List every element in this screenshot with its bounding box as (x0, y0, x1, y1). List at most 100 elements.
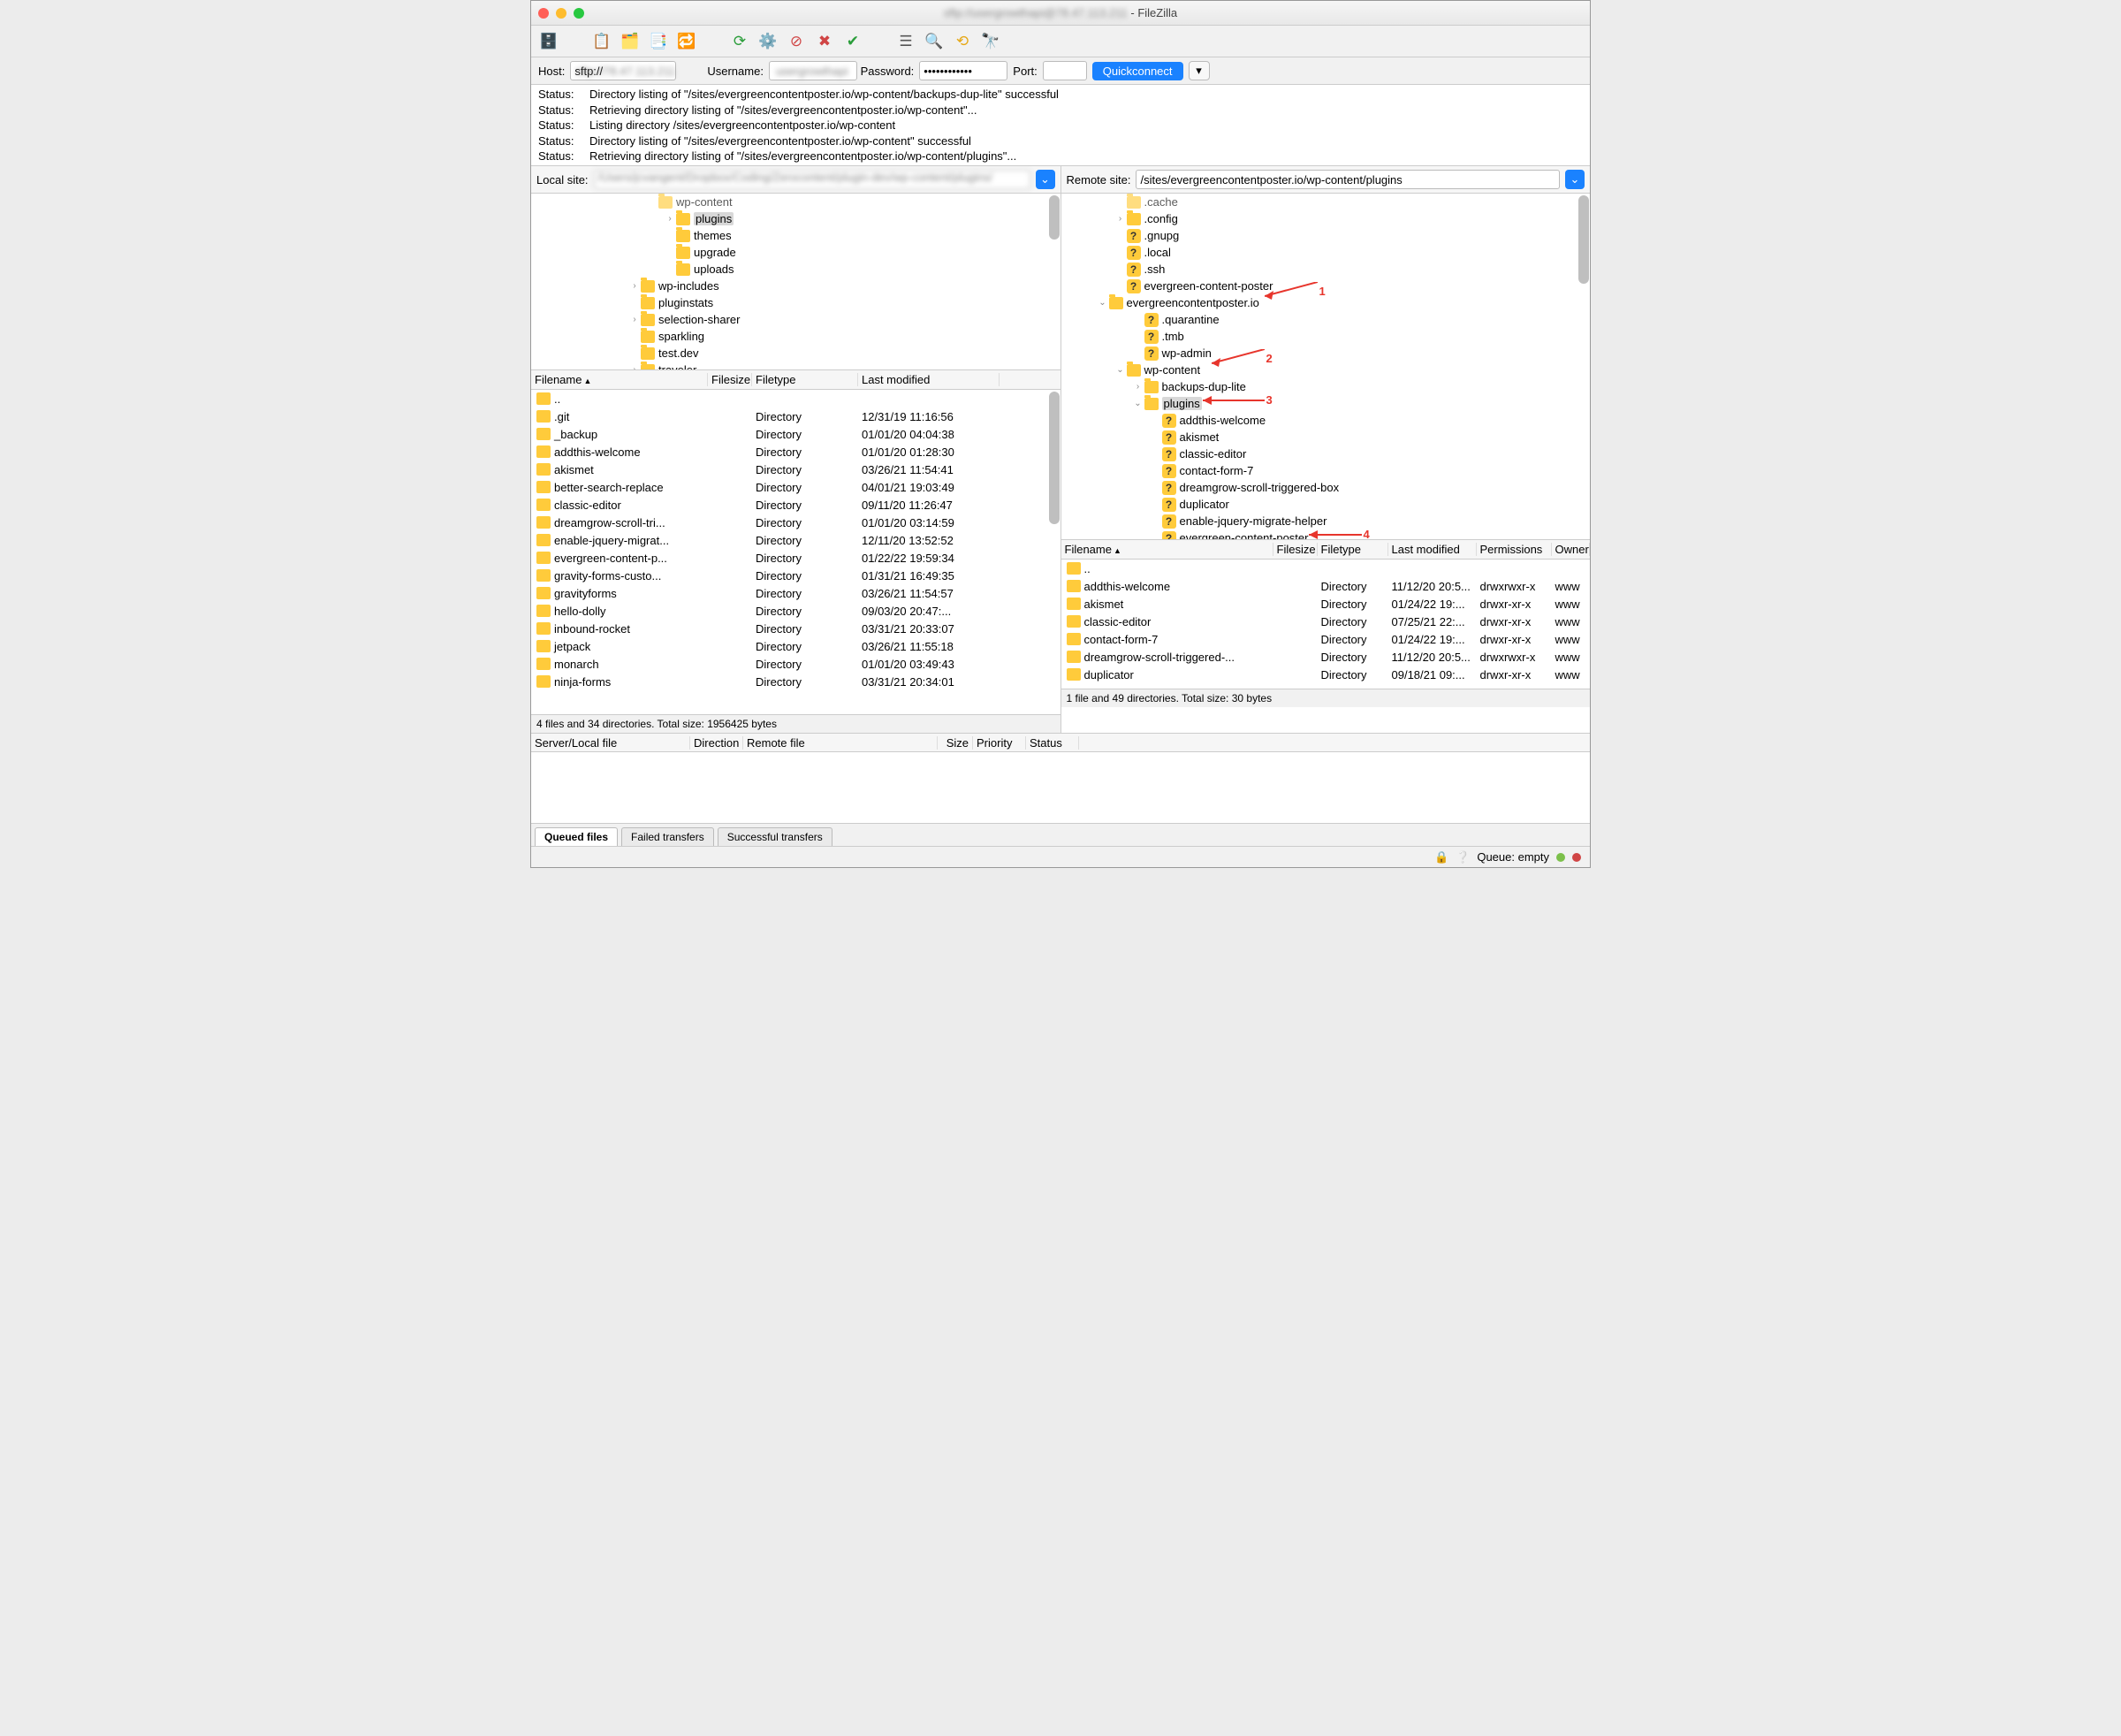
compare-icon[interactable]: ⟲ (952, 31, 973, 52)
username-label: Username: (707, 65, 764, 78)
tab-queued-files[interactable]: Queued files (535, 827, 618, 846)
file-row[interactable]: monarchDirectory01/01/20 03:49:43 (531, 655, 1060, 673)
remote-site-dropdown[interactable]: ⌄ (1565, 170, 1585, 189)
tree-item[interactable]: ?addthis-welcome (1061, 412, 1591, 429)
tree-item[interactable]: ?.local (1061, 244, 1591, 261)
username-input[interactable] (769, 61, 857, 80)
refresh-icon[interactable]: ⟳ (729, 31, 750, 52)
file-row[interactable]: gravity-forms-custo...Directory01/31/21 … (531, 567, 1060, 584)
tree-item[interactable]: ⌄wp-content (1061, 362, 1591, 378)
file-row[interactable]: addthis-welcomeDirectory11/12/20 20:5...… (1061, 577, 1591, 595)
tree-item[interactable]: ›selection-sharer (531, 311, 1060, 328)
folder-icon (641, 314, 655, 326)
tab-failed-transfers[interactable]: Failed transfers (621, 827, 714, 846)
remote-file-list[interactable]: ..addthis-welcomeDirectory11/12/20 20:5.… (1061, 560, 1591, 689)
host-input[interactable] (570, 61, 676, 80)
tree-item[interactable]: ⌄evergreencontentposter.io (1061, 294, 1591, 311)
file-row[interactable]: enable-jquery-migrat...Directory12/11/20… (531, 531, 1060, 549)
file-row[interactable]: akismetDirectory01/24/22 19:...drwxr-xr-… (1061, 595, 1591, 613)
tree-item[interactable]: ⌄plugins (1061, 395, 1591, 412)
sync-browse-icon[interactable]: 🔁 (676, 31, 697, 52)
local-list-header[interactable]: Filename▲ Filesize Filetype Last modifie… (531, 370, 1060, 390)
file-row[interactable]: .gitDirectory12/31/19 11:16:56 (531, 407, 1060, 425)
file-row[interactable]: ninja-formsDirectory03/31/21 20:34:01 (531, 673, 1060, 690)
local-tree[interactable]: wp-content›pluginsthemesupgradeuploads›w… (531, 194, 1060, 370)
tree-item[interactable]: ?contact-form-7 (1061, 462, 1591, 479)
queue-header[interactable]: Server/Local file Direction Remote file … (531, 733, 1590, 752)
folder-icon (658, 196, 673, 209)
tree-item[interactable]: ?.tmb (1061, 328, 1591, 345)
tree-item[interactable]: ?enable-jquery-migrate-helper (1061, 513, 1591, 529)
file-row[interactable]: gravityformsDirectory03/26/21 11:54:57 (531, 584, 1060, 602)
toggle-queue-icon[interactable]: 📑 (648, 31, 669, 52)
filter-icon[interactable]: ☰ (895, 31, 916, 52)
local-file-list[interactable]: ...gitDirectory12/31/19 11:16:56_backupD… (531, 390, 1060, 714)
file-row[interactable]: evergreen-content-p...Directory01/22/22 … (531, 549, 1060, 567)
binoculars-icon[interactable]: 🔭 (980, 31, 1001, 52)
tree-item[interactable]: ›backups-dup-lite (1061, 378, 1591, 395)
tree-item[interactable]: ›plugins (531, 210, 1060, 227)
tree-item[interactable]: ?wp-admin (1061, 345, 1591, 362)
tree-item[interactable]: ?evergreen-content-poster (1061, 529, 1591, 540)
tree-item[interactable]: ›traveler (531, 362, 1060, 370)
tree-item[interactable]: ?dreamgrow-scroll-triggered-box (1061, 479, 1591, 496)
message-log[interactable]: Status:Directory listing of "/sites/ever… (531, 85, 1590, 166)
file-row[interactable]: .. (1061, 560, 1591, 577)
queue-body[interactable] (531, 752, 1590, 823)
tree-item[interactable]: ?classic-editor (1061, 445, 1591, 462)
tree-item[interactable]: uploads (531, 261, 1060, 278)
process-queue-icon[interactable]: ⚙️ (757, 31, 779, 52)
quickconnect-dropdown[interactable]: ▾ (1189, 61, 1210, 80)
port-input[interactable] (1043, 61, 1087, 80)
file-row[interactable]: classic-editorDirectory09/11/20 11:26:47 (531, 496, 1060, 514)
tree-item[interactable]: test.dev (531, 345, 1060, 362)
tab-successful-transfers[interactable]: Successful transfers (718, 827, 832, 846)
tree-item[interactable]: ?evergreen-content-poster (1061, 278, 1591, 294)
file-row[interactable]: addthis-welcomeDirectory01/01/20 01:28:3… (531, 443, 1060, 461)
tree-item[interactable]: themes (531, 227, 1060, 244)
file-row[interactable]: jetpackDirectory03/26/21 11:55:18 (531, 637, 1060, 655)
quickconnect-button[interactable]: Quickconnect (1092, 62, 1183, 80)
tree-item[interactable]: upgrade (531, 244, 1060, 261)
tree-item[interactable]: wp-content (531, 194, 1060, 210)
remote-site-input[interactable] (1136, 170, 1560, 189)
file-row[interactable]: dreamgrow-scroll-tri...Directory01/01/20… (531, 514, 1060, 531)
help-icon[interactable]: ❔ (1456, 850, 1470, 864)
tree-item[interactable]: ›wp-includes (531, 278, 1060, 294)
unknown-folder-icon: ? (1127, 279, 1141, 293)
file-row[interactable]: .. (531, 390, 1060, 407)
remote-list-header[interactable]: Filename▲ Filesize Filetype Last modifie… (1061, 540, 1591, 560)
file-row[interactable]: hello-dollyDirectory09/03/20 20:47:... (531, 602, 1060, 620)
password-input[interactable] (919, 61, 1007, 80)
remote-site-label: Remote site: (1067, 173, 1131, 187)
file-row[interactable]: contact-form-7Directory01/24/22 19:...dr… (1061, 630, 1591, 648)
tree-item[interactable]: ?duplicator (1061, 496, 1591, 513)
file-row[interactable]: classic-editorDirectory07/25/21 22:...dr… (1061, 613, 1591, 630)
local-site-input[interactable]: /Users/jcvangent/Dropbox/Coding/Zerocont… (594, 170, 1030, 189)
tree-item[interactable]: .cache (1061, 194, 1591, 210)
tree-item[interactable]: ?.quarantine (1061, 311, 1591, 328)
tree-item[interactable]: pluginstats (531, 294, 1060, 311)
file-row[interactable]: akismetDirectory03/26/21 11:54:41 (531, 461, 1060, 478)
tree-item[interactable]: sparkling (531, 328, 1060, 345)
file-row[interactable]: better-search-replaceDirectory04/01/21 1… (531, 478, 1060, 496)
file-row[interactable]: dreamgrow-scroll-triggered-...Directory1… (1061, 648, 1591, 666)
tree-item[interactable]: ?akismet (1061, 429, 1591, 445)
tree-item[interactable]: ?.ssh (1061, 261, 1591, 278)
file-row[interactable]: duplicatorDirectory09/18/21 09:...drwxr-… (1061, 666, 1591, 683)
reconnect-icon[interactable]: ✔ (842, 31, 863, 52)
folder-icon (536, 552, 551, 564)
file-row[interactable]: _backupDirectory01/01/20 04:04:38 (531, 425, 1060, 443)
file-row[interactable]: inbound-rocketDirectory03/31/21 20:33:07 (531, 620, 1060, 637)
cancel-icon[interactable]: ⊘ (786, 31, 807, 52)
toggle-tree-icon[interactable]: 🗂️ (620, 31, 641, 52)
sitemanager-icon[interactable]: 🗄️ (538, 31, 559, 52)
remote-tree[interactable]: 1 2 3 4 .cache›.config?.gnupg?.local?.ss… (1061, 194, 1591, 540)
search-icon[interactable]: 🔍 (924, 31, 945, 52)
toggle-log-icon[interactable]: 📋 (591, 31, 612, 52)
disconnect-icon[interactable]: ✖ (814, 31, 835, 52)
tree-item[interactable]: ?.gnupg (1061, 227, 1591, 244)
tree-item[interactable]: ›.config (1061, 210, 1591, 227)
unknown-folder-icon: ? (1127, 263, 1141, 277)
local-site-dropdown[interactable]: ⌄ (1036, 170, 1055, 189)
